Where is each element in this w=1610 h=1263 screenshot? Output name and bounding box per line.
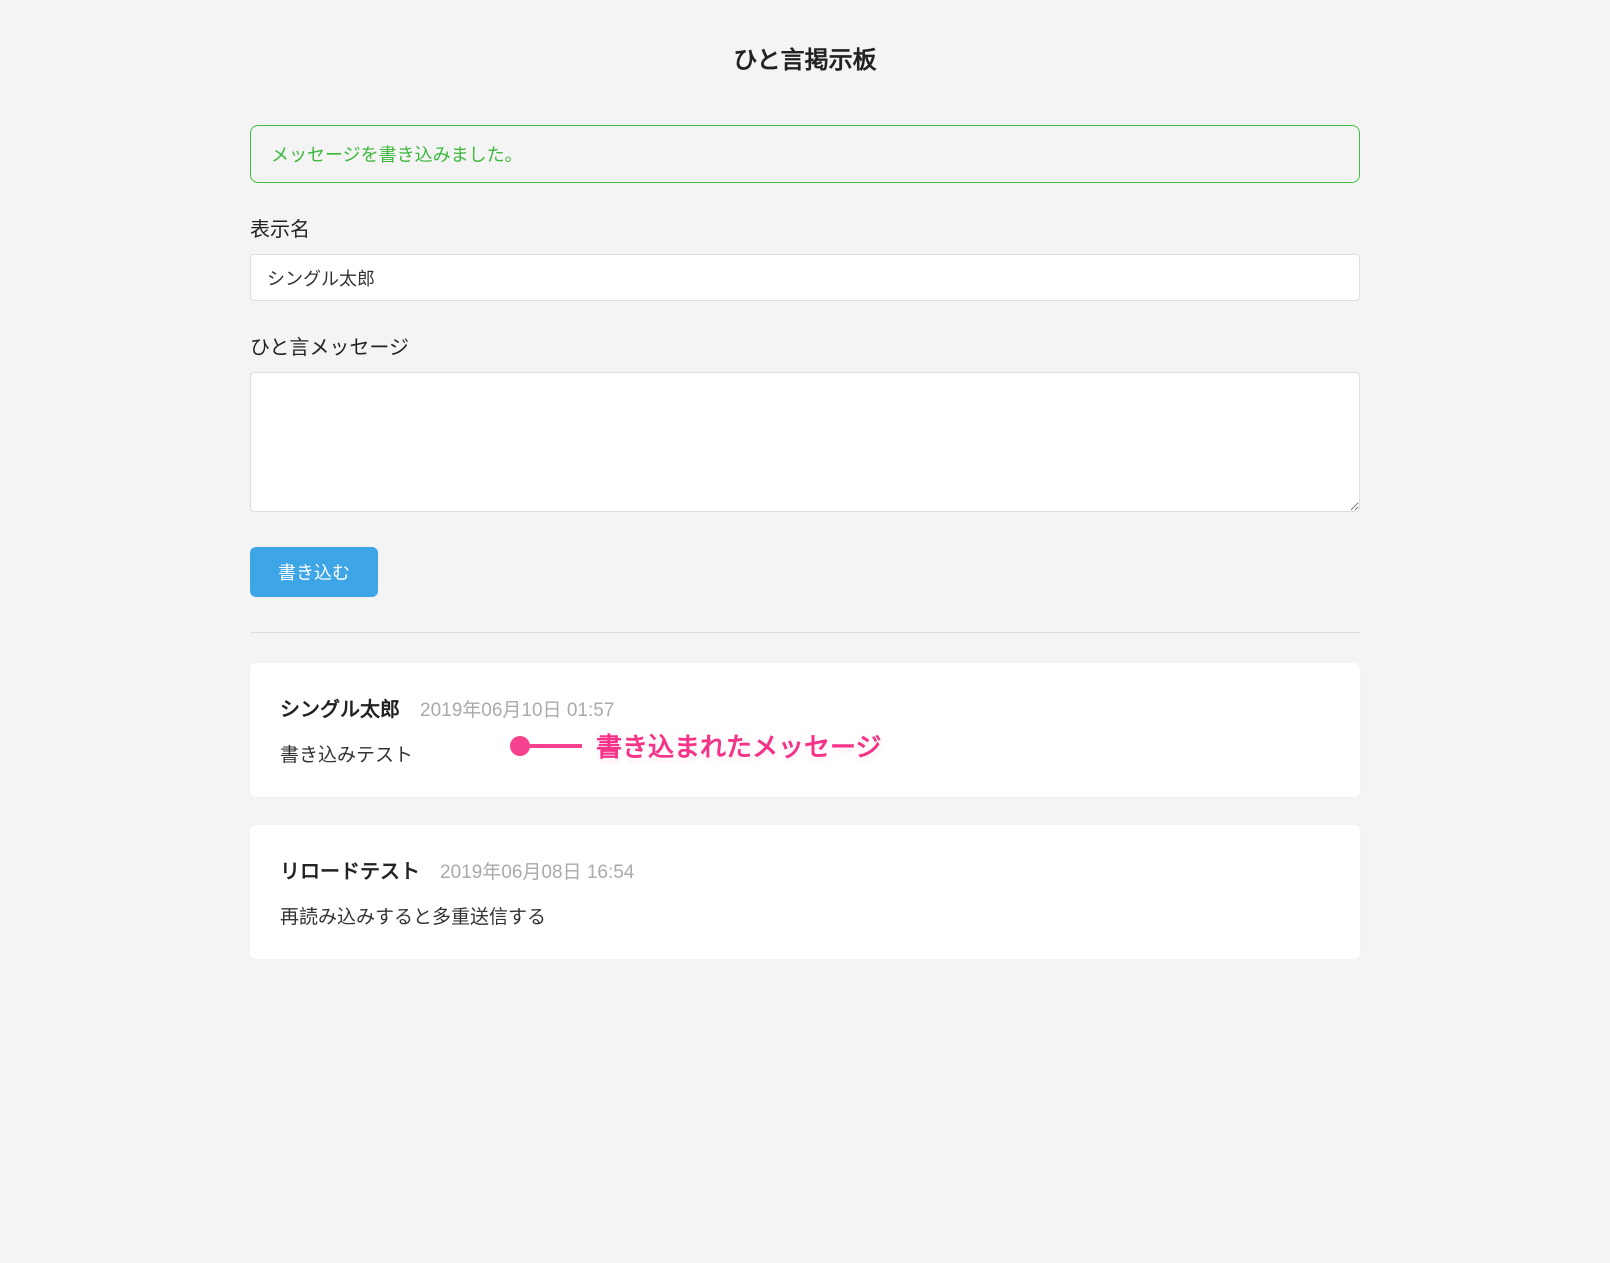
display-name-input[interactable]: [250, 254, 1360, 301]
submit-button[interactable]: 書き込む: [250, 547, 378, 597]
message-label: ひと言メッセージ: [250, 331, 1360, 360]
display-name-label: 表示名: [250, 213, 1360, 242]
message-author: リロードテスト: [280, 855, 420, 884]
divider: [250, 632, 1360, 633]
page-title: ひと言掲示板: [250, 40, 1360, 75]
message-body: 再読み込みすると多重送信する: [280, 902, 1330, 929]
message-card: シングル太郎 2019年06月10日 01:57 書き込みテスト 書き込まれたメ…: [250, 663, 1360, 797]
message-date: 2019年06月10日 01:57: [420, 695, 614, 722]
alert-text: メッセージを書き込みました。: [271, 145, 523, 165]
message-textarea[interactable]: [250, 372, 1360, 512]
message-author: シングル太郎: [280, 693, 400, 722]
message-card: リロードテスト 2019年06月08日 16:54 再読み込みすると多重送信する: [250, 825, 1360, 959]
message-date: 2019年06月08日 16:54: [440, 857, 634, 884]
alert-success: メッセージを書き込みました。: [250, 125, 1360, 183]
message-body: 書き込みテスト: [280, 740, 1330, 767]
